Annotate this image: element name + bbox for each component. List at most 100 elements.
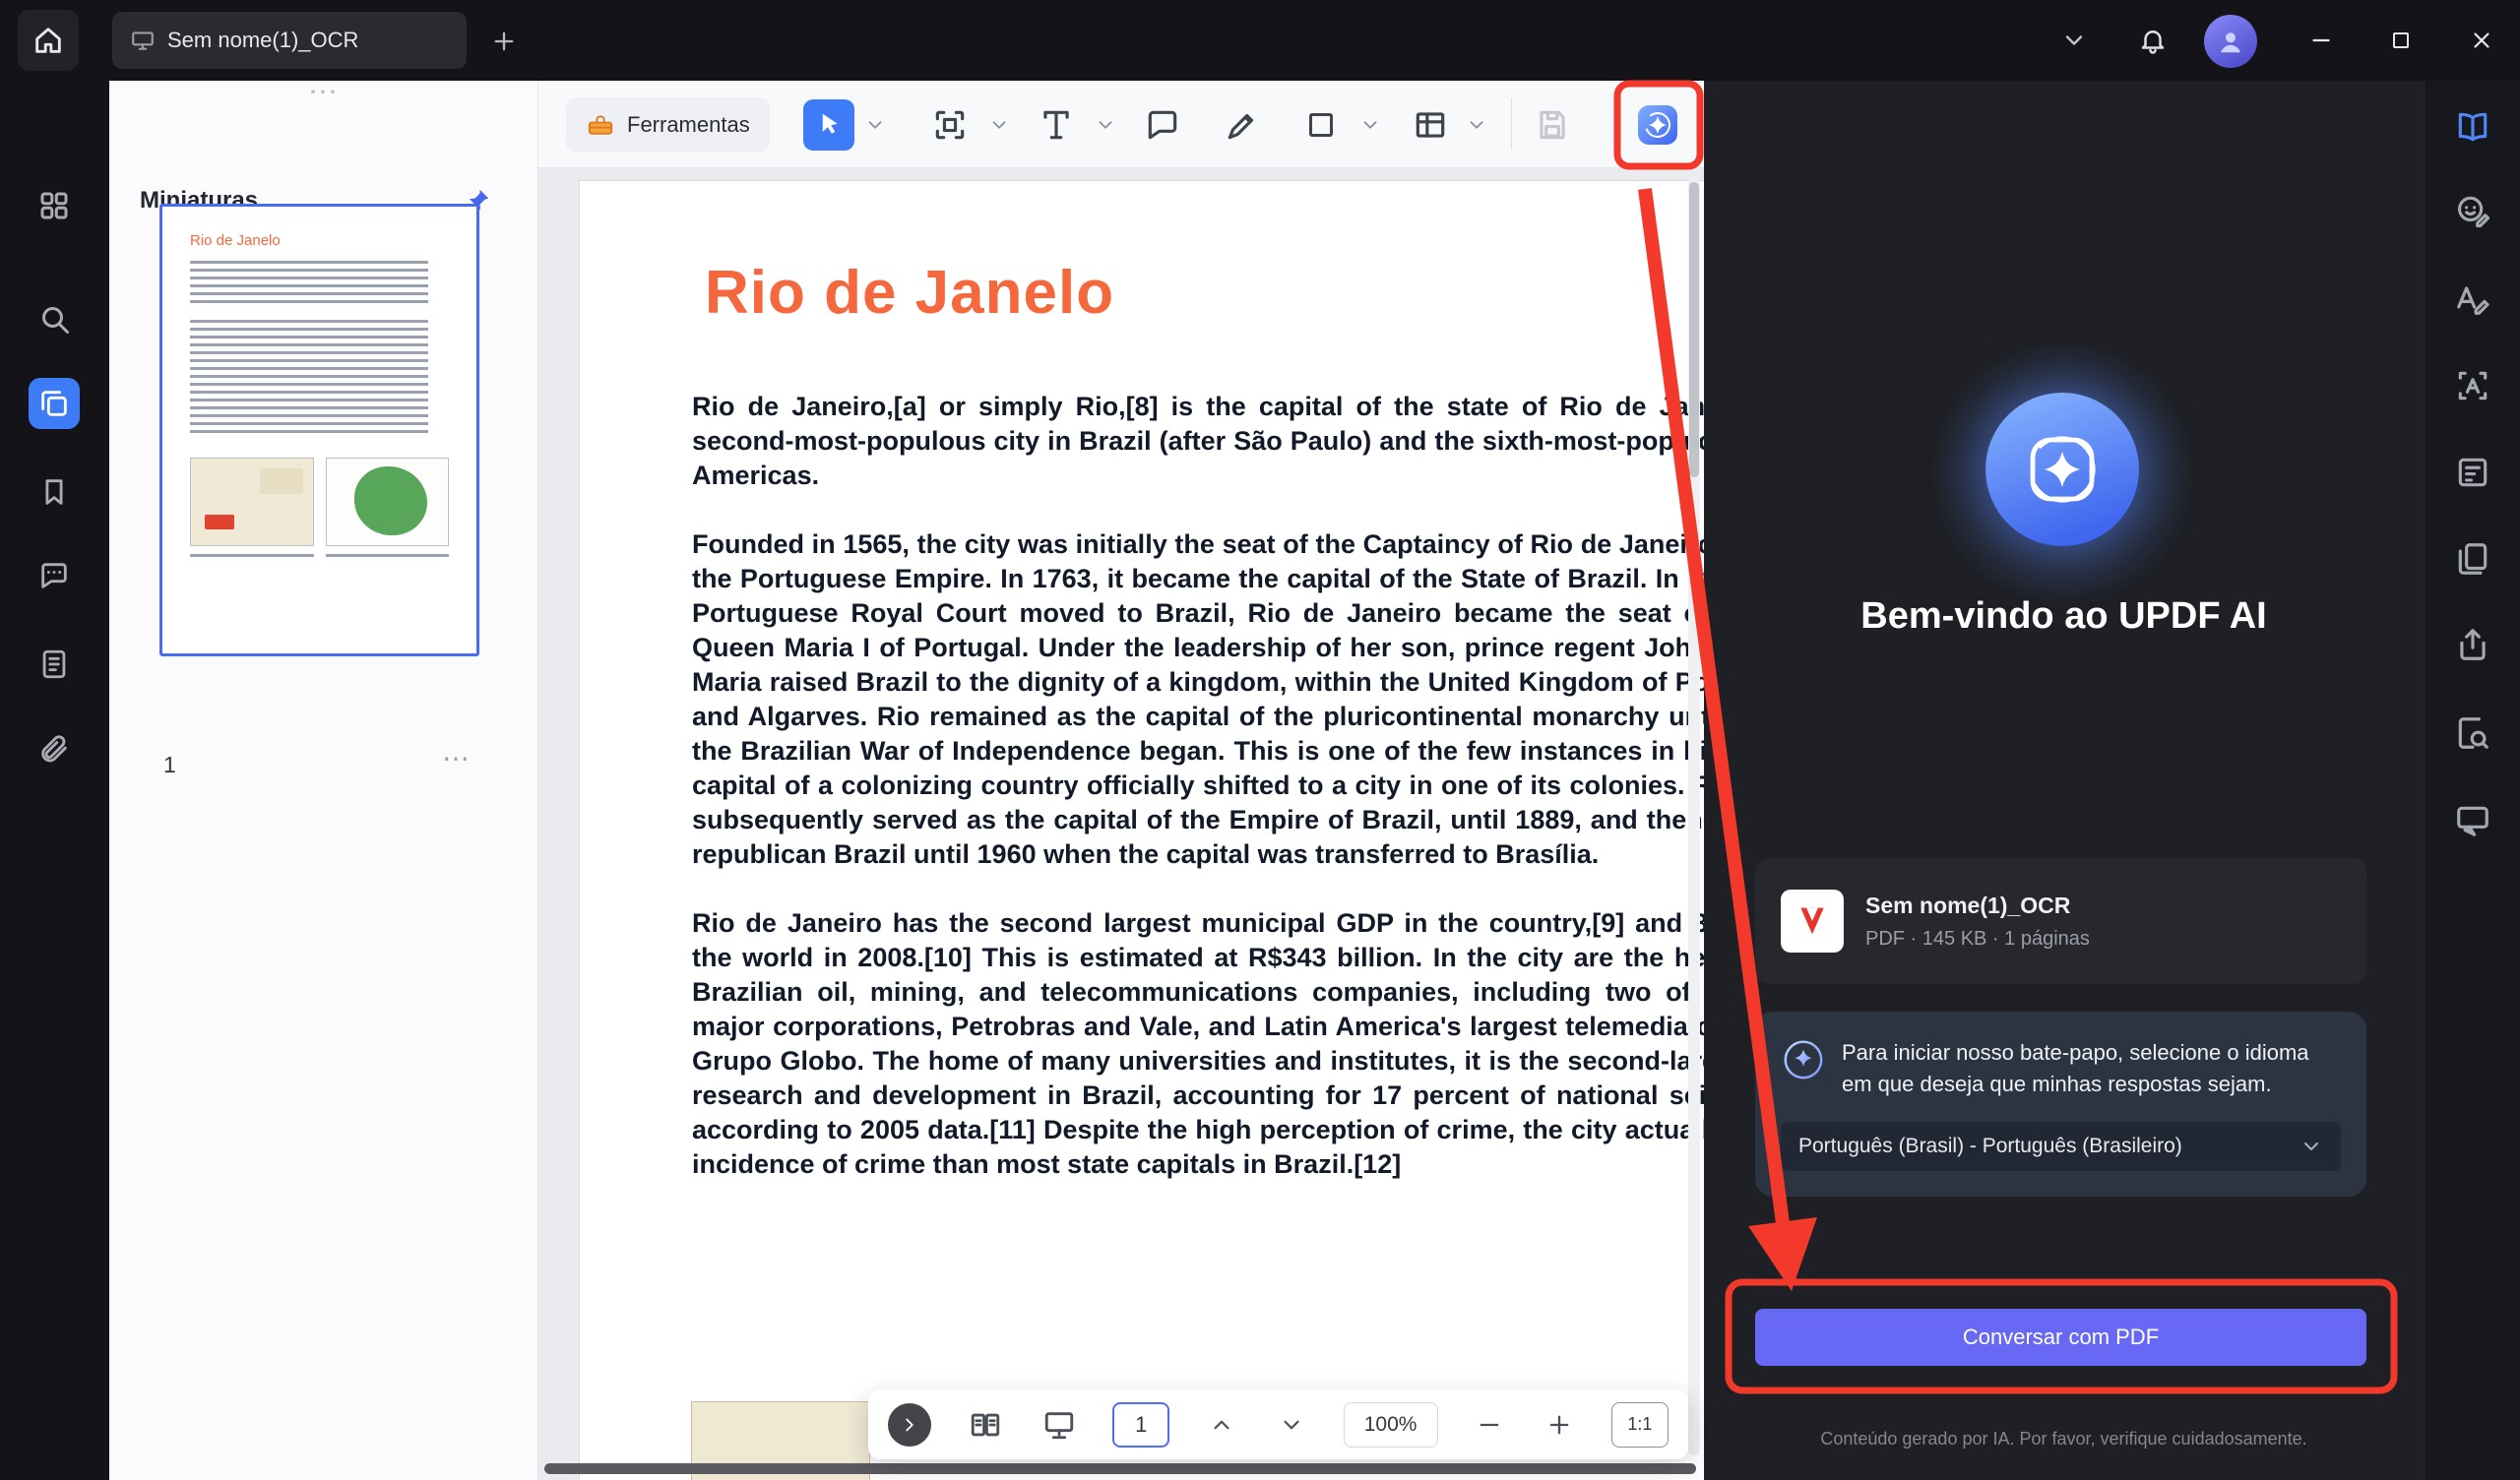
sidebar-item-attachments[interactable] bbox=[29, 725, 80, 776]
reader-mode-button[interactable] bbox=[2449, 103, 2496, 151]
zoom-out-button[interactable] bbox=[1472, 1407, 1507, 1443]
document-tab[interactable]: Sem nome(1)_OCR bbox=[112, 12, 467, 69]
thumb-maps-row bbox=[190, 458, 449, 546]
sidebar-item-bookmarks[interactable] bbox=[29, 466, 80, 518]
maximize-button[interactable] bbox=[2377, 17, 2425, 64]
close-button[interactable] bbox=[2458, 17, 2505, 64]
toolbox-icon bbox=[586, 110, 615, 140]
thumb-map-caption bbox=[190, 554, 314, 562]
tools-menu-label: Ferramentas bbox=[627, 112, 750, 138]
ai-language-select[interactable]: Português (Brasil) - Português (Brasilei… bbox=[1781, 1122, 2341, 1171]
vertical-scrollbar-thumb[interactable] bbox=[1689, 182, 1699, 477]
sidebar-item-search[interactable] bbox=[29, 293, 80, 344]
chat-with-pdf-button[interactable]: Conversar com PDF bbox=[1755, 1309, 2366, 1366]
home-icon bbox=[32, 24, 65, 57]
thumb-doc-title: Rio de Janelo bbox=[190, 232, 449, 249]
collapse-toolbar-button[interactable] bbox=[2050, 17, 2098, 64]
chevron-down-icon bbox=[1466, 114, 1487, 136]
tools-menu-button[interactable]: Ferramentas bbox=[566, 97, 770, 153]
notifications-button[interactable] bbox=[2129, 17, 2176, 64]
table-tool-button[interactable] bbox=[1409, 103, 1452, 147]
export-button[interactable] bbox=[2449, 621, 2496, 668]
next-page-button[interactable] bbox=[1274, 1407, 1309, 1443]
document-paragraph: Founded in 1565, the city was initially … bbox=[692, 527, 1704, 872]
right-icon-rail bbox=[2424, 81, 2520, 1480]
chevron-down-icon bbox=[864, 114, 886, 136]
expand-panel-button[interactable] bbox=[888, 1403, 931, 1447]
booklet-icon bbox=[2454, 540, 2491, 578]
sidebar-item-comments[interactable] bbox=[29, 550, 80, 601]
titlebar: Sem nome(1)_OCR bbox=[0, 0, 2520, 81]
ai-welcome-title: Bem-vindo ao UPDF AI bbox=[1704, 595, 2424, 638]
user-icon bbox=[2216, 27, 2245, 56]
translate-button[interactable] bbox=[2449, 276, 2496, 323]
page-layout-button[interactable] bbox=[966, 1405, 1005, 1445]
frame-tool-icon bbox=[931, 106, 969, 144]
page-thumbnail[interactable]: Rio de Janelo bbox=[159, 204, 479, 656]
sidebar-item-thumbnails[interactable] bbox=[29, 378, 80, 429]
ai-assistant-button[interactable] bbox=[1634, 101, 1681, 149]
shape-tool-dropdown[interactable] bbox=[1355, 110, 1385, 140]
tab-title: Sem nome(1)_OCR bbox=[167, 28, 358, 53]
sticker-comment-button[interactable] bbox=[2449, 187, 2496, 234]
apps-grid-icon bbox=[36, 188, 72, 223]
form-icon bbox=[2454, 454, 2491, 491]
actual-size-button[interactable]: 1:1 bbox=[1611, 1402, 1669, 1448]
pdf-file-icon bbox=[1781, 890, 1844, 953]
thumbnails-icon bbox=[37, 387, 71, 420]
shape-tool-button[interactable] bbox=[1299, 103, 1343, 147]
select-tool-button[interactable] bbox=[803, 99, 854, 151]
screen-share-button[interactable] bbox=[2449, 797, 2496, 844]
avatar[interactable] bbox=[2204, 15, 2257, 68]
chevron-down-icon bbox=[1279, 1412, 1304, 1438]
previous-page-button[interactable] bbox=[1204, 1407, 1239, 1443]
thumb-more-button[interactable]: ⋯ bbox=[434, 738, 477, 777]
text-tool-icon bbox=[1038, 106, 1075, 144]
vertical-scrollbar-track[interactable] bbox=[1688, 176, 1700, 1455]
zoom-in-button[interactable] bbox=[1542, 1407, 1577, 1443]
thumb-text-block bbox=[190, 320, 428, 436]
plus-icon bbox=[490, 28, 518, 55]
thumb-text-block bbox=[190, 261, 428, 304]
chevron-down-icon bbox=[988, 114, 1010, 136]
save-icon bbox=[1534, 106, 1571, 144]
ocr-button[interactable] bbox=[2449, 362, 2496, 409]
pen-tool-button[interactable] bbox=[1221, 103, 1264, 147]
document-viewport: Rio de Janelo Rio de Janeiro,[a] or simp… bbox=[538, 168, 1704, 1480]
search-document-button[interactable] bbox=[2449, 709, 2496, 757]
presentation-mode-button[interactable] bbox=[1040, 1405, 1079, 1445]
chevron-next-icon bbox=[899, 1414, 920, 1436]
new-tab-button[interactable] bbox=[484, 22, 524, 61]
text-tool-button[interactable] bbox=[1035, 103, 1078, 147]
organize-pages-dropdown[interactable] bbox=[984, 110, 1014, 140]
fill-form-button[interactable] bbox=[2449, 449, 2496, 496]
minimize-button[interactable] bbox=[2298, 17, 2345, 64]
thumbnails-panel: ⋯ Miniaturas Rio de Janelo bbox=[109, 81, 538, 1480]
zoom-level-select[interactable]: 100% bbox=[1344, 1402, 1438, 1448]
sidebar-item-apps[interactable] bbox=[29, 180, 80, 231]
horizontal-scrollbar-thumb[interactable] bbox=[544, 1463, 1696, 1474]
notes-icon bbox=[37, 648, 71, 681]
ai-language-value: Português (Brasil) - Português (Brasilei… bbox=[1798, 1135, 2182, 1158]
booklet-button[interactable] bbox=[2449, 535, 2496, 583]
comment-tool-button[interactable] bbox=[1141, 103, 1184, 147]
document-paragraph: Rio de Janeiro has the second largest mu… bbox=[692, 906, 1704, 1182]
thumb-map-caption bbox=[326, 554, 450, 562]
minimize-icon bbox=[2308, 28, 2334, 53]
text-tool-dropdown[interactable] bbox=[1091, 110, 1120, 140]
select-tool-dropdown[interactable] bbox=[860, 110, 890, 140]
pen-tool-icon bbox=[1224, 106, 1261, 144]
thumb-map-rio-state bbox=[190, 458, 314, 546]
page-navigation-bar: 1 100% 1:1 bbox=[868, 1389, 1688, 1459]
organize-pages-tool-button[interactable] bbox=[928, 103, 972, 147]
ai-file-card[interactable]: Sem nome(1)_OCR PDF · 145 KB · 1 páginas bbox=[1755, 858, 2366, 984]
search-icon bbox=[36, 301, 72, 337]
translate-icon bbox=[2454, 280, 2491, 318]
save-button[interactable] bbox=[1531, 103, 1574, 147]
document-body: Rio de Janeiro,[a] or simply Rio,[8] is … bbox=[692, 390, 1704, 1216]
page-number-input[interactable]: 1 bbox=[1112, 1402, 1169, 1448]
sidebar-item-notes[interactable] bbox=[29, 639, 80, 690]
pdf-page[interactable]: Rio de Janelo Rio de Janeiro,[a] or simp… bbox=[579, 180, 1704, 1480]
home-button[interactable] bbox=[18, 10, 79, 71]
table-tool-dropdown[interactable] bbox=[1462, 110, 1491, 140]
